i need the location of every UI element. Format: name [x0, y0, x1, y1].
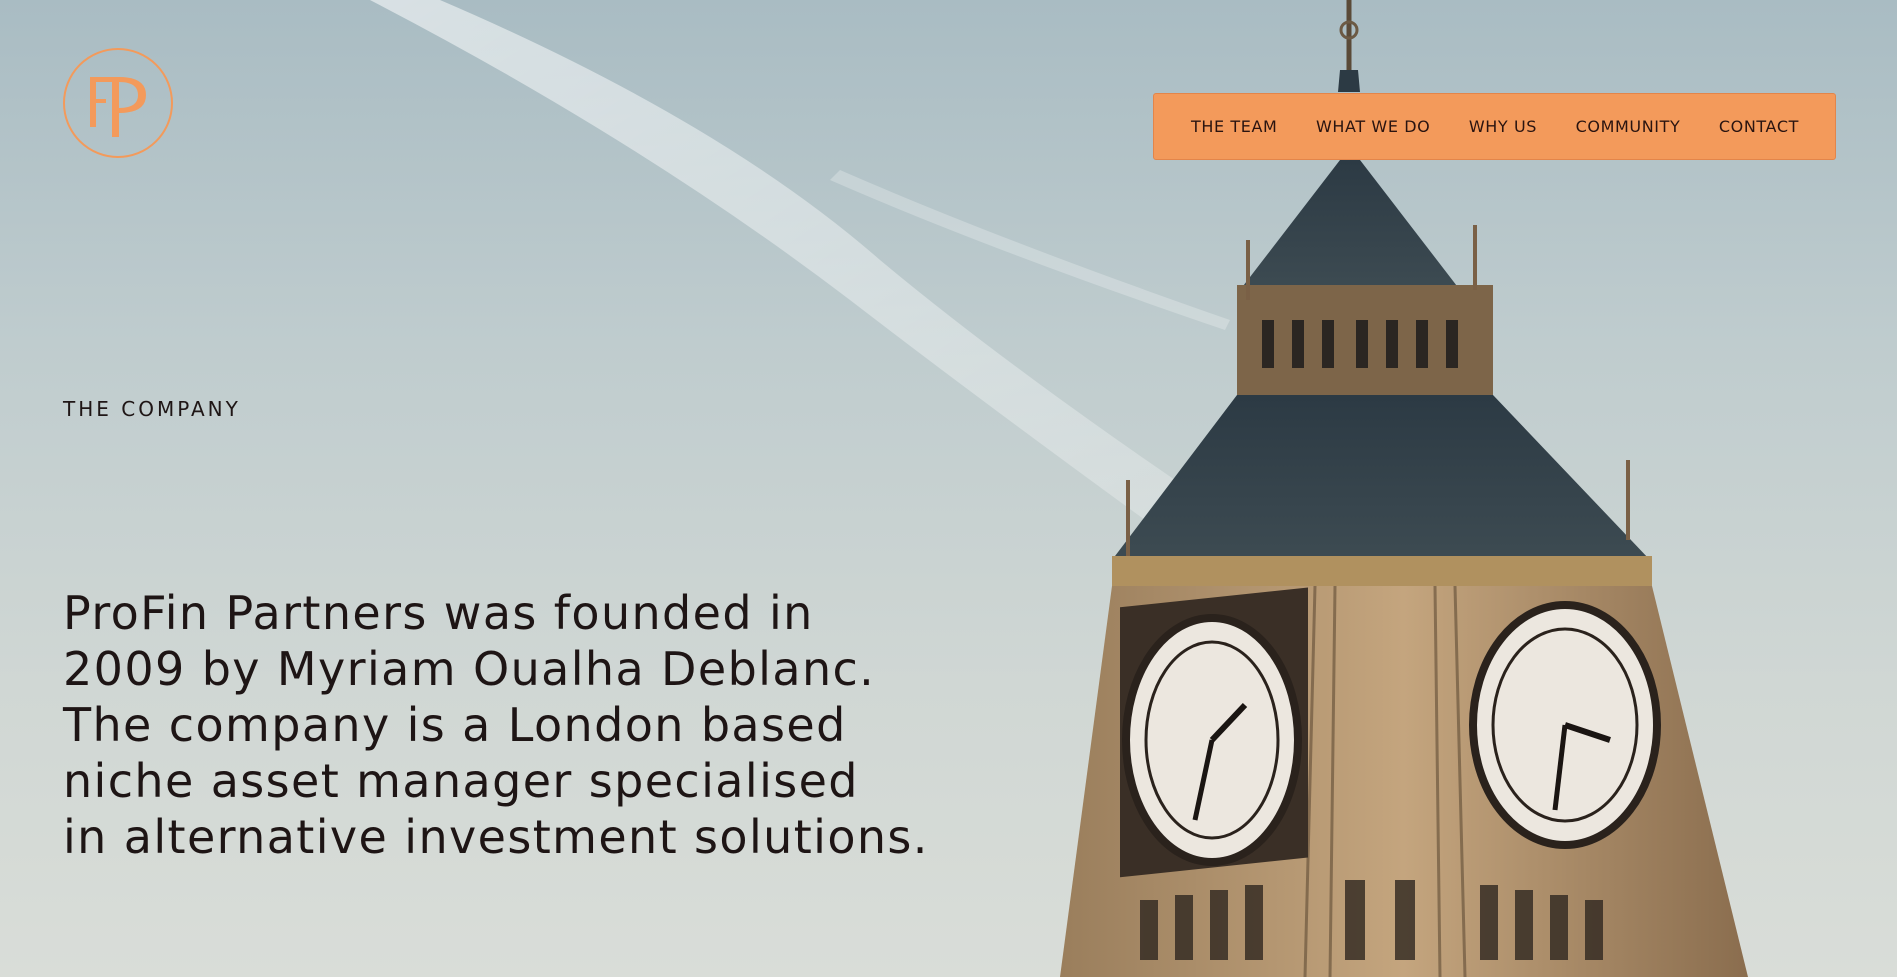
section-eyebrow: THE COMPANY — [63, 397, 241, 421]
company-logo[interactable] — [62, 47, 174, 159]
intro-line: niche asset manager specialised — [63, 754, 859, 808]
company-intro: ProFin Partners was founded in 2009 by M… — [63, 585, 1043, 865]
logo-monogram-icon — [63, 48, 173, 158]
nav-link-the-team[interactable]: THE TEAM — [1191, 117, 1277, 136]
nav-link-what-we-do[interactable]: WHAT WE DO — [1316, 117, 1430, 136]
intro-line: 2009 by Myriam Oualha Deblanc. — [63, 642, 876, 696]
tower-roof — [1240, 160, 1460, 290]
nav-link-contact[interactable]: CONTACT — [1719, 117, 1799, 136]
intro-line: The company is a London based — [63, 698, 847, 752]
nav-link-why-us[interactable]: WHY US — [1469, 117, 1537, 136]
left-clock-face — [1120, 587, 1308, 878]
main-navigation: THE TEAM WHAT WE DO WHY US COMMUNITY CON… — [1153, 93, 1836, 160]
nav-link-community[interactable]: COMMUNITY — [1576, 117, 1681, 136]
intro-line: in alternative investment solutions. — [63, 810, 929, 864]
intro-line: ProFin Partners was founded in — [63, 586, 814, 640]
right-clock-face — [1469, 601, 1661, 849]
